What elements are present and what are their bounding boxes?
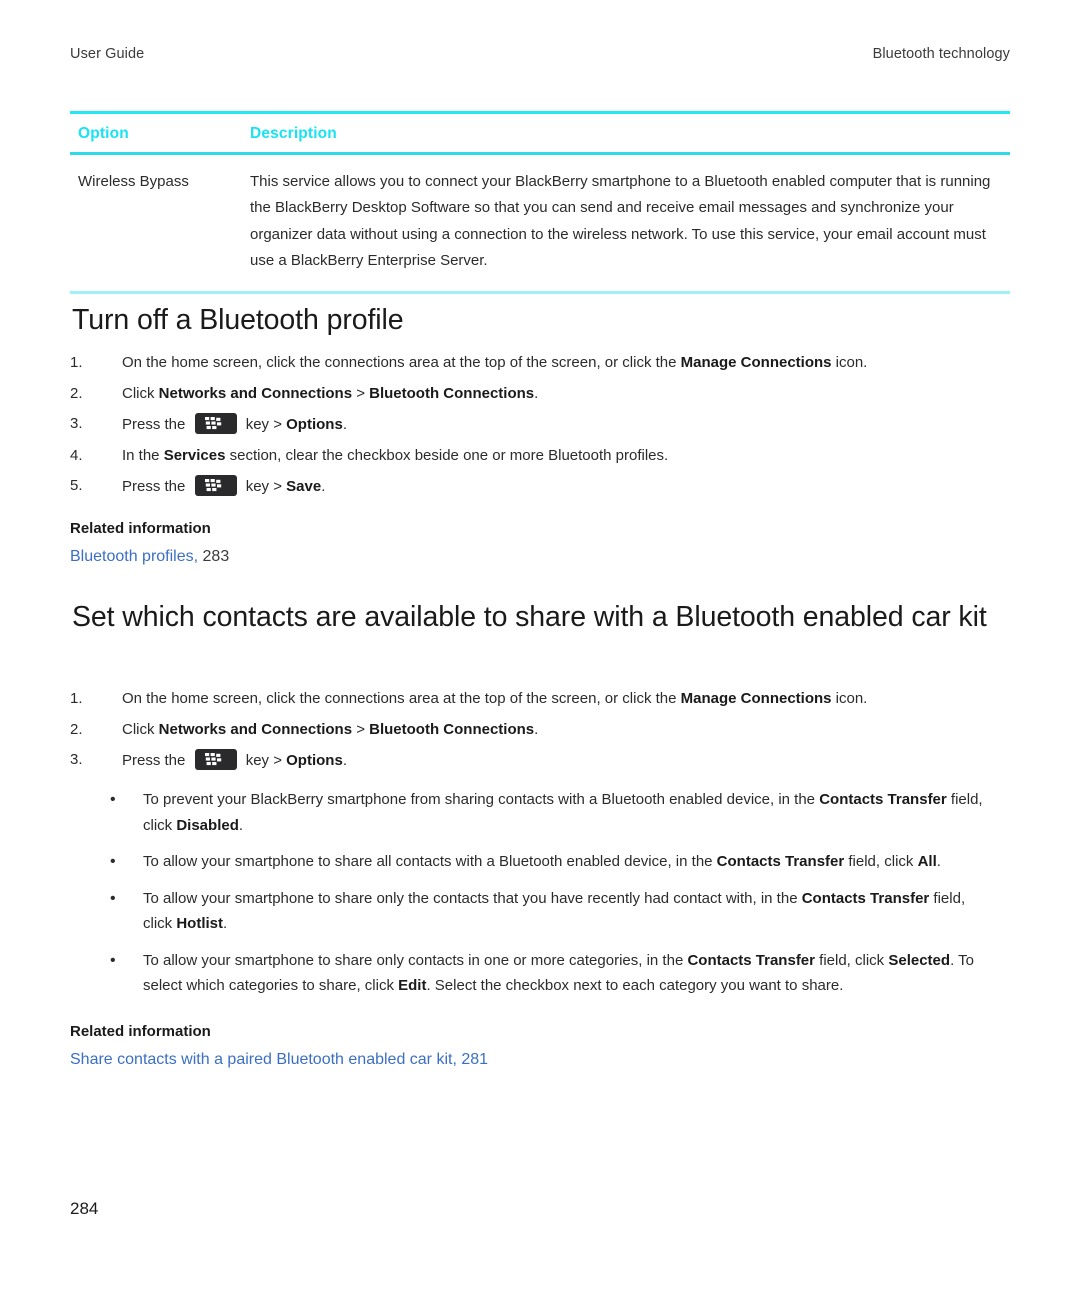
related-link-page-number: 281	[461, 1051, 489, 1068]
options-bullet-list: • To prevent your BlackBerry smartphone f…	[110, 787, 1010, 1010]
table-header-row: Option Description	[70, 114, 1010, 152]
procedure-step: 3. Press the key > Options.	[70, 413, 1010, 436]
step-number: 1.	[70, 690, 83, 707]
bullet-text: To allow your smartphone to share only t…	[143, 889, 966, 933]
step-text: In the Services section, clear the check…	[122, 446, 669, 464]
step-number: 3.	[70, 415, 83, 432]
bullet-marker: •	[110, 791, 116, 808]
running-header-left: User Guide	[70, 46, 145, 62]
related-information-block-1: Related information Bluetooth profiles, …	[70, 518, 1010, 568]
procedure-step: 2. Click Networks and Connections > Bluet…	[70, 383, 1010, 405]
step-text: On the home screen, click the connection…	[122, 690, 868, 707]
step-text: Click Networks and Connections > Bluetoo…	[122, 384, 539, 402]
procedure-step: 3. Press the key > Options.	[70, 749, 1010, 772]
bullet-item: • To allow your smartphone to share only …	[110, 886, 1010, 937]
bullet-text: To allow your smartphone to share only c…	[143, 951, 974, 995]
running-header-right: Bluetooth technology	[872, 46, 1010, 62]
procedure-step: 1. On the home screen, click the connecti…	[70, 688, 1010, 710]
page-heading-set-contacts-car-kit: Set which contacts are available to shar…	[72, 601, 987, 633]
table-rule-bottom	[70, 290, 1010, 294]
bullet-marker: •	[110, 951, 116, 969]
step-number: 1.	[70, 354, 83, 371]
running-header: User Guide Bluetooth technology	[70, 46, 1010, 62]
procedure-step: 2. Click Networks and Connections > Bluet…	[70, 719, 1010, 741]
related-information-title: Related information	[70, 1023, 211, 1040]
blackberry-menu-key-icon	[194, 749, 237, 770]
procedure-step: 4. In the Services section, clear the che…	[70, 445, 1010, 467]
procedure-step: 1. On the home screen, click the connecti…	[70, 352, 1010, 374]
footer-page-number: 284	[70, 1199, 99, 1218]
procedure-steps-turn-off-bluetooth-profile: 1. On the home screen, click the connecti…	[70, 352, 1010, 507]
procedure-steps-set-contacts-car-kit: 1. On the home screen, click the connecti…	[70, 688, 1010, 781]
related-link-page-number: 283	[202, 548, 230, 565]
step-number: 2.	[70, 720, 83, 738]
page-heading-turn-off-bluetooth-profile: Turn off a Bluetooth profile	[72, 304, 404, 336]
bullet-text: To prevent your BlackBerry smartphone fr…	[143, 791, 983, 834]
related-information-title: Related information	[70, 520, 211, 537]
related-information-entry: Bluetooth profiles, 283	[70, 545, 1010, 568]
bullet-text: To allow your smartphone to share all co…	[143, 853, 941, 870]
related-link-share-contacts-car-kit[interactable]: Share contacts with a paired Bluetooth e…	[70, 1051, 457, 1068]
table-header-option: Option	[78, 125, 129, 142]
bullet-item: • To allow your smartphone to share all c…	[110, 849, 1010, 875]
step-number: 5.	[70, 477, 83, 494]
step-number: 2.	[70, 384, 83, 402]
bullet-marker: •	[110, 889, 116, 907]
step-text: Press the key > Options.	[122, 749, 1010, 772]
step-text: Press the key > Options.	[122, 413, 1010, 436]
step-number: 3.	[70, 751, 83, 768]
blackberry-menu-key-icon	[194, 475, 237, 496]
document-page: User Guide Bluetooth technology Option D…	[0, 0, 1080, 1296]
table-cell-description: This service allows you to connect your …	[250, 172, 991, 270]
table-cell-option: Wireless Bypass	[78, 172, 189, 190]
related-information-entry: Share contacts with a paired Bluetooth e…	[70, 1048, 1010, 1071]
procedure-step: 5. Press the key > Save.	[70, 475, 1010, 498]
options-table: Option Description Wireless Bypass This …	[70, 111, 1010, 294]
bullet-marker: •	[110, 853, 116, 870]
bullet-item: • To prevent your BlackBerry smartphone f…	[110, 787, 1010, 838]
blackberry-menu-key-icon	[194, 413, 237, 434]
related-information-block-2: Related information Share contacts with …	[70, 1021, 1010, 1071]
bullet-item: • To allow your smartphone to share only …	[110, 948, 1010, 999]
step-text: Press the key > Save.	[122, 475, 1010, 498]
step-number: 4.	[70, 446, 83, 464]
related-link-bluetooth-profiles[interactable]: Bluetooth profiles,	[70, 548, 198, 565]
table-row: Wireless Bypass This service allows you …	[70, 155, 1010, 291]
table-header-description: Description	[250, 125, 337, 142]
step-text: Click Networks and Connections > Bluetoo…	[122, 720, 539, 738]
step-text: On the home screen, click the connection…	[122, 354, 868, 371]
